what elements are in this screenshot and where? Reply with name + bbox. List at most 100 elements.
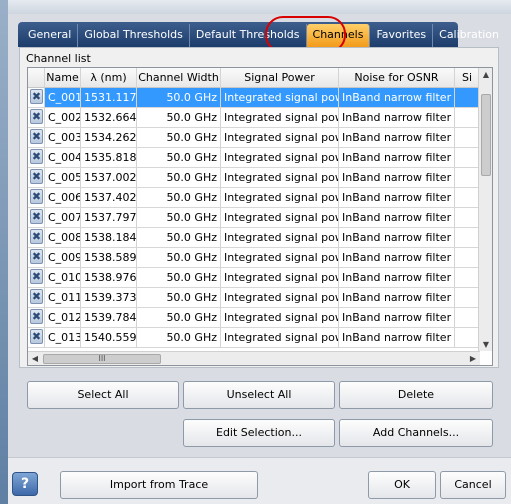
channel-grid[interactable]: Name λ (nm) Channel Width Signal Power N… bbox=[27, 67, 493, 366]
channels-panel: Channel list Name λ (nm) Channel Width S… bbox=[19, 47, 499, 368]
vertical-scroll-thumb[interactable] bbox=[481, 94, 491, 176]
remove-channel-cell: ✖ bbox=[28, 108, 45, 127]
scroll-right-arrow-icon[interactable]: ▶ bbox=[466, 354, 480, 363]
channel-width: 50.0 GHz bbox=[137, 288, 221, 307]
remove-channel-icon[interactable]: ✖ bbox=[30, 189, 43, 204]
remove-channel-icon[interactable]: ✖ bbox=[30, 169, 43, 184]
ok-button[interactable]: OK bbox=[368, 471, 436, 499]
table-row[interactable]: ✖ C_010 1538.976 50.0 GHz Integrated signal … bbox=[28, 268, 480, 288]
remove-channel-icon[interactable]: ✖ bbox=[30, 249, 43, 264]
channel-wavelength: 1537.002 bbox=[81, 168, 137, 187]
channel-width: 50.0 GHz bbox=[137, 268, 221, 287]
channel-name: C_005 bbox=[45, 168, 81, 187]
remove-channel-icon[interactable]: ✖ bbox=[30, 329, 43, 344]
remove-channel-icon[interactable]: ✖ bbox=[30, 309, 43, 324]
table-row[interactable]: ✖ C_007 1537.797 50.0 GHz Integrated signal … bbox=[28, 208, 480, 228]
table-row[interactable]: ✖ C_002 1532.664 50.0 GHz Integrated signal … bbox=[28, 108, 480, 128]
channel-noise-for-osnr: InBand narrow filter bbox=[339, 148, 455, 167]
remove-channel-icon[interactable]: ✖ bbox=[30, 209, 43, 224]
channel-wavelength: 1534.262 bbox=[81, 128, 137, 147]
table-row[interactable]: ✖ C_011 1539.373 50.0 GHz Integrated signal … bbox=[28, 288, 480, 308]
table-row[interactable]: ✖ C_003 1534.262 50.0 GHz Integrated signal … bbox=[28, 128, 480, 148]
tab-favorites[interactable]: Favorites bbox=[370, 24, 434, 47]
channel-noise-for-osnr: InBand narrow filter bbox=[339, 168, 455, 187]
channel-signal-power: Integrated signal power bbox=[221, 308, 339, 327]
channel-si bbox=[455, 268, 480, 287]
channel-name: C_010 bbox=[45, 268, 81, 287]
grid-rows: ✖ C_001 1531.117 50.0 GHz Integrated signal … bbox=[28, 88, 480, 348]
remove-channel-icon[interactable]: ✖ bbox=[30, 229, 43, 244]
channel-noise-for-osnr: InBand narrow filter bbox=[339, 128, 455, 147]
horizontal-scroll-thumb[interactable]: III bbox=[43, 354, 161, 364]
channel-signal-power: Integrated signal power bbox=[221, 208, 339, 227]
channel-name: C_011 bbox=[45, 288, 81, 307]
channel-si bbox=[455, 88, 480, 107]
window-left-strip bbox=[0, 0, 8, 504]
remove-channel-icon[interactable]: ✖ bbox=[30, 109, 43, 124]
table-row[interactable]: ✖ C_001 1531.117 50.0 GHz Integrated signal … bbox=[28, 88, 480, 108]
import-from-trace-button[interactable]: Import from Trace bbox=[60, 471, 258, 499]
help-icon[interactable]: ? bbox=[12, 472, 38, 496]
header-lambda[interactable]: λ (nm) bbox=[81, 68, 137, 88]
select-all-button[interactable]: Select All bbox=[27, 381, 179, 409]
remove-channel-icon[interactable]: ✖ bbox=[30, 149, 43, 164]
channel-wavelength: 1539.373 bbox=[81, 288, 137, 307]
channel-si bbox=[455, 188, 480, 207]
channel-wavelength: 1538.976 bbox=[81, 268, 137, 287]
channel-si bbox=[455, 308, 480, 327]
remove-channel-cell: ✖ bbox=[28, 168, 45, 187]
channel-signal-power: Integrated signal power bbox=[221, 188, 339, 207]
table-row[interactable]: ✖ C_004 1535.818 50.0 GHz Integrated signal … bbox=[28, 148, 480, 168]
edit-selection-button[interactable]: Edit Selection... bbox=[183, 419, 335, 447]
scroll-up-arrow-icon[interactable]: ▲ bbox=[479, 70, 492, 79]
table-row[interactable]: ✖ C_012 1539.784 50.0 GHz Integrated signal … bbox=[28, 308, 480, 328]
remove-channel-cell: ✖ bbox=[28, 128, 45, 147]
delete-button[interactable]: Delete bbox=[339, 381, 493, 409]
remove-channel-icon[interactable]: ✖ bbox=[30, 129, 43, 144]
channel-wavelength: 1532.664 bbox=[81, 108, 137, 127]
channel-signal-power: Integrated signal power bbox=[221, 148, 339, 167]
table-row[interactable]: ✖ C_005 1537.002 50.0 GHz Integrated signal … bbox=[28, 168, 480, 188]
channel-signal-power: Integrated signal power bbox=[221, 328, 339, 347]
channel-wavelength: 1531.117 bbox=[81, 88, 137, 107]
channel-width: 50.0 GHz bbox=[137, 228, 221, 247]
remove-channel-icon[interactable]: ✖ bbox=[30, 89, 43, 104]
channel-name: C_007 bbox=[45, 208, 81, 227]
channel-width: 50.0 GHz bbox=[137, 108, 221, 127]
channel-noise-for-osnr: InBand narrow filter bbox=[339, 248, 455, 267]
table-row[interactable]: ✖ C_006 1537.402 50.0 GHz Integrated signal … bbox=[28, 188, 480, 208]
window-top-strip bbox=[0, 0, 511, 14]
table-row[interactable]: ✖ C_009 1538.589 50.0 GHz Integrated signal … bbox=[28, 248, 480, 268]
header-channel-width[interactable]: Channel Width bbox=[137, 68, 221, 88]
header-si[interactable]: Si bbox=[455, 68, 480, 88]
tab-calibration[interactable]: Calibration bbox=[433, 24, 505, 47]
channel-noise-for-osnr: InBand narrow filter bbox=[339, 88, 455, 107]
remove-channel-icon[interactable]: ✖ bbox=[30, 289, 43, 304]
scroll-down-arrow-icon[interactable]: ▼ bbox=[479, 340, 492, 349]
horizontal-scrollbar[interactable]: ◀ III ▶ bbox=[28, 351, 480, 365]
header-name[interactable]: Name bbox=[45, 68, 81, 88]
unselect-all-button[interactable]: Unselect All bbox=[183, 381, 335, 409]
add-channels-button[interactable]: Add Channels... bbox=[339, 419, 493, 447]
channel-wavelength: 1539.784 bbox=[81, 308, 137, 327]
table-row[interactable]: ✖ C_013 1540.559 50.0 GHz Integrated signal … bbox=[28, 328, 480, 348]
tab-global-thresholds[interactable]: Global Thresholds bbox=[78, 24, 190, 47]
remove-channel-icon[interactable]: ✖ bbox=[30, 269, 43, 284]
channel-list-label: Channel list bbox=[26, 52, 91, 65]
remove-channel-cell: ✖ bbox=[28, 308, 45, 327]
channel-signal-power: Integrated signal power bbox=[221, 228, 339, 247]
tab-channels[interactable]: Channels bbox=[306, 24, 371, 47]
scroll-left-arrow-icon[interactable]: ◀ bbox=[28, 354, 42, 363]
vertical-scrollbar[interactable]: ▲ ▼ bbox=[478, 68, 492, 351]
tab-default-thresholds[interactable]: Default Thresholds bbox=[190, 24, 307, 47]
remove-channel-cell: ✖ bbox=[28, 328, 45, 347]
header-signal-power[interactable]: Signal Power bbox=[221, 68, 339, 88]
tab-general[interactable]: General bbox=[22, 24, 79, 47]
cancel-button[interactable]: Cancel bbox=[440, 471, 506, 499]
channel-noise-for-osnr: InBand narrow filter bbox=[339, 268, 455, 287]
channel-noise-for-osnr: InBand narrow filter bbox=[339, 288, 455, 307]
table-row[interactable]: ✖ C_008 1538.184 50.0 GHz Integrated signal … bbox=[28, 228, 480, 248]
channel-name: C_008 bbox=[45, 228, 81, 247]
header-noise-for-osnr[interactable]: Noise for OSNR bbox=[339, 68, 455, 88]
channel-si bbox=[455, 148, 480, 167]
